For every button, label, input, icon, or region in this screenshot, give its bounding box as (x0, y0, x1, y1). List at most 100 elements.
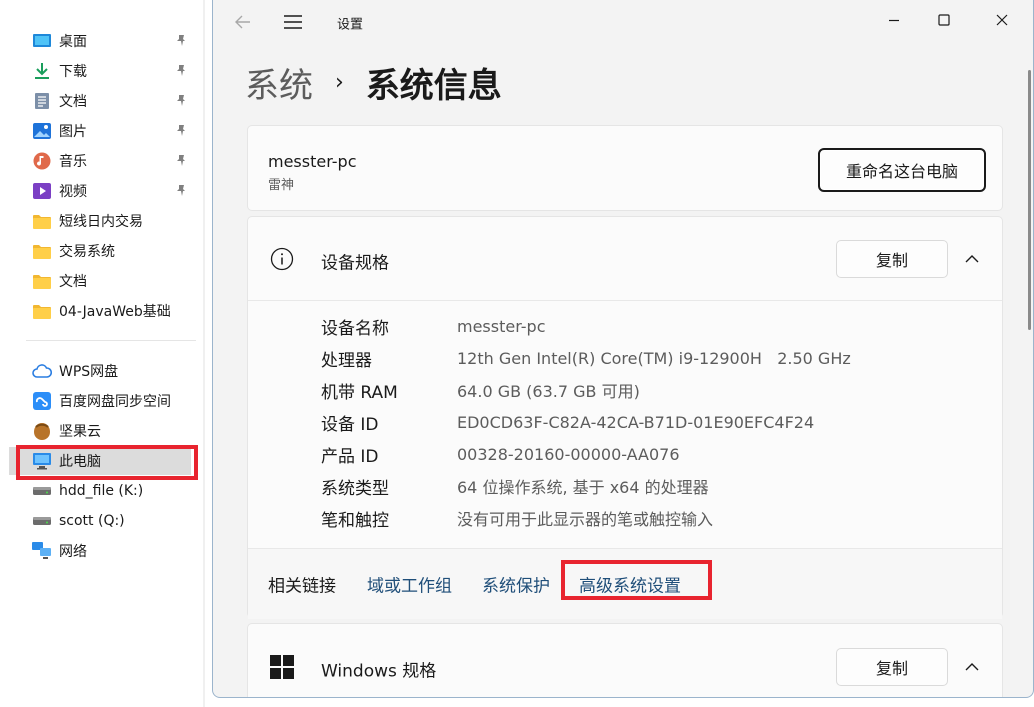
pin-icon (177, 125, 185, 136)
nav-item-desktop[interactable]: 桌面 (26, 27, 196, 55)
nav-item-label: hdd_file (K:) (59, 483, 144, 499)
nav-item-drive-q[interactable]: scott (Q:) (26, 507, 196, 535)
music-icon (32, 151, 52, 171)
spec-label: 机带 RAM (321, 382, 398, 403)
nav-item-music[interactable]: 音乐 (26, 147, 196, 175)
nav-item-label: 04-JavaWeb基础 (59, 304, 171, 320)
nav-item-folder[interactable]: 交易系统 (26, 237, 196, 265)
collapse-device-specs-button[interactable] (962, 249, 982, 269)
nav-item-label: 短线日内交易 (59, 214, 143, 230)
chevron-up-icon (965, 663, 979, 671)
cloud-icon (32, 361, 52, 381)
minimize-button[interactable] (871, 0, 917, 40)
document-icon (32, 91, 52, 111)
nav-item-folder[interactable]: 短线日内交易 (26, 207, 196, 235)
nav-item-label: 下载 (59, 64, 87, 80)
baidu-netdisk-icon (32, 391, 52, 411)
nav-item-wps-drive[interactable]: WPS网盘 (26, 357, 196, 385)
spec-label: 设备 ID (321, 414, 379, 435)
spec-label: 处理器 (321, 350, 372, 371)
related-links-bar: 相关链接 域或工作组 系统保护 高级系统设置 (248, 548, 1002, 619)
pin-icon (177, 35, 185, 46)
nav-item-label: 文档 (59, 94, 87, 110)
nav-item-network[interactable]: 网络 (26, 537, 196, 565)
spec-label: 系统类型 (321, 478, 389, 499)
computer-icon (32, 451, 52, 471)
close-button[interactable] (979, 0, 1025, 40)
nav-item-label: 坚果云 (59, 424, 101, 440)
explorer-nav-pane: 桌面 下载 文档 图片 音乐 视频 短线日内交易 交易系统 文档 04-Java… (0, 0, 205, 707)
spec-row-pen-touch: 笔和触控 没有可用于此显示器的笔或触控输入 (321, 504, 713, 532)
nav-item-label: 图片 (59, 124, 87, 140)
nut-cloud-icon (32, 421, 52, 441)
device-card: messter-pc 雷神 重命名这台电脑 (247, 125, 1003, 211)
breadcrumb-parent[interactable]: 系统 (245, 58, 313, 107)
nav-item-label: WPS网盘 (59, 364, 119, 380)
nav-item-nutstore[interactable]: 坚果云 (26, 417, 196, 445)
spec-row-product-id: 产品 ID 00328-20160-00000-AA076 (321, 440, 680, 468)
spec-row-processor: 处理器 12th Gen Intel(R) Core(TM) i9-12900H… (321, 344, 851, 372)
pin-icon (177, 185, 185, 196)
nav-item-downloads[interactable]: 下载 (26, 57, 196, 85)
minimize-icon (889, 19, 899, 22)
maximize-icon (938, 14, 950, 26)
nav-item-drive-k[interactable]: hdd_file (K:) (26, 477, 196, 505)
nav-item-baidu-sync[interactable]: 百度网盘同步空间 (26, 387, 196, 415)
title-bar: 设置 (213, 0, 1033, 44)
device-name: messter-pc (268, 152, 357, 171)
spec-row-device-id: 设备 ID ED0CD63F-C82A-42CA-B71D-01E90EFC4F… (321, 408, 814, 436)
copy-windows-specs-button[interactable]: 复制 (836, 648, 948, 686)
maximize-button[interactable] (921, 0, 967, 40)
copy-device-specs-button[interactable]: 复制 (836, 240, 948, 278)
spec-row-system-type: 系统类型 64 位操作系统, 基于 x64 的处理器 (321, 472, 709, 500)
nav-item-label: 音乐 (59, 154, 87, 170)
folder-icon (32, 271, 52, 291)
rename-pc-button[interactable]: 重命名这台电脑 (818, 148, 986, 192)
windows-specs-title: Windows 规格 (321, 661, 437, 682)
spec-row-ram: 机带 RAM 64.0 GB (63.7 GB 可用) (321, 376, 640, 404)
nav-item-label: scott (Q:) (59, 513, 125, 529)
pin-icon (177, 65, 185, 76)
spec-value: 64 位操作系统, 基于 x64 的处理器 (457, 478, 709, 497)
spec-value: 没有可用于此显示器的笔或触控输入 (457, 510, 714, 529)
nav-item-videos[interactable]: 视频 (26, 177, 196, 205)
nav-item-label: 视频 (59, 184, 87, 200)
download-icon (32, 61, 52, 81)
device-model: 雷神 (268, 178, 295, 193)
chevron-up-icon (965, 255, 979, 263)
drive-icon (32, 511, 52, 531)
back-button[interactable] (229, 10, 257, 34)
picture-icon (32, 121, 52, 141)
settings-window: 设置 系统 › 系统信息 messter-pc 雷神 重命名这台电脑 设备规格 … (212, 0, 1034, 698)
collapse-windows-specs-button[interactable] (962, 657, 982, 677)
spec-value: messter-pc (457, 316, 546, 336)
nav-item-label: 此电脑 (59, 454, 101, 470)
desktop-icon (32, 31, 52, 51)
folder-icon (32, 211, 52, 231)
link-advanced-system-settings[interactable]: 高级系统设置 (579, 572, 681, 597)
spec-label: 产品 ID (321, 446, 379, 467)
page-title: 系统信息 (365, 65, 502, 106)
link-system-protection[interactable]: 系统保护 (482, 572, 550, 597)
device-specs-header[interactable]: 设备规格 复制 (248, 217, 1002, 301)
spec-value: 12th Gen Intel(R) Core(TM) i9-12900H 2.5… (457, 348, 851, 368)
nav-item-this-pc[interactable]: 此电脑 (9, 447, 191, 475)
nav-menu-button[interactable] (279, 10, 307, 34)
nav-item-folder[interactable]: 文档 (26, 267, 196, 295)
spec-label: 笔和触控 (321, 510, 389, 531)
spec-value: ED0CD63F-C82A-42CA-B71D-01E90EFC4F24 (457, 412, 815, 432)
nav-item-pictures[interactable]: 图片 (26, 117, 196, 145)
nav-item-label: 百度网盘同步空间 (59, 394, 171, 410)
close-icon (996, 14, 1008, 26)
arrow-left-icon (235, 15, 250, 29)
spec-value: 00328-20160-00000-AA076 (457, 444, 680, 464)
nav-pane-edge (203, 0, 205, 707)
nav-item-folder[interactable]: 04-JavaWeb基础 (26, 297, 196, 325)
info-icon (270, 247, 294, 271)
nav-item-label: 网络 (59, 544, 87, 560)
link-domain-workgroup[interactable]: 域或工作组 (367, 572, 452, 597)
scrollbar-thumb[interactable] (1028, 70, 1031, 330)
nav-item-documents[interactable]: 文档 (26, 87, 196, 115)
device-specs-card: 设备规格 复制 设备名称 messter-pc 处理器 12th Gen Int… (247, 216, 1003, 619)
windows-specs-card[interactable]: Windows 规格 复制 (247, 623, 1003, 697)
